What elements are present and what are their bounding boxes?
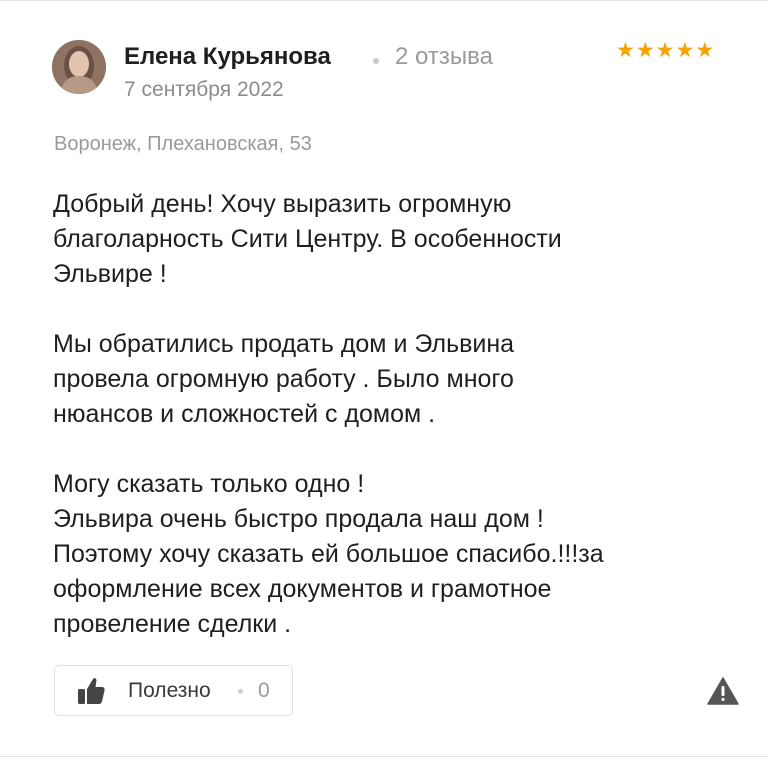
- helpful-count: 0: [258, 679, 270, 702]
- author-name[interactable]: Елена Курьянова: [124, 43, 331, 71]
- branch-location: Воронеж, Плехановская, 53: [54, 133, 312, 155]
- separator-dot: [373, 58, 379, 64]
- star-icon: ★: [635, 39, 655, 62]
- review-paragraph: Могу сказать только одно ! Эльвира очень…: [53, 470, 604, 638]
- star-icon: ★: [695, 39, 715, 62]
- star-icon: ★: [655, 39, 675, 62]
- review-card: Елена Курьянова 2 отзыва 7 сентября 2022…: [0, 0, 768, 757]
- helpful-label: Полезно: [128, 679, 211, 702]
- thumbs-up-icon: [78, 678, 105, 704]
- helpful-button[interactable]: Полезно 0: [54, 665, 293, 716]
- avatar-photo-icon: [52, 40, 106, 94]
- rating-stars: ★ ★ ★ ★ ★: [616, 39, 714, 63]
- review-paragraph: Добрый день! Хочу выразить огромную благ…: [53, 190, 562, 288]
- review-paragraph: Мы обратились продать дом и Эльвина пров…: [53, 330, 515, 428]
- separator-dot: [238, 689, 243, 694]
- warning-icon[interactable]: [707, 676, 739, 706]
- star-icon: ★: [616, 39, 635, 62]
- star-icon: ★: [675, 39, 695, 62]
- author-reviews-count[interactable]: 2 отзыва: [395, 43, 493, 71]
- review-date: 7 сентября 2022: [124, 78, 284, 101]
- review-body: Добрый день! Хочу выразить огромную благ…: [53, 187, 733, 642]
- avatar[interactable]: [52, 40, 106, 94]
